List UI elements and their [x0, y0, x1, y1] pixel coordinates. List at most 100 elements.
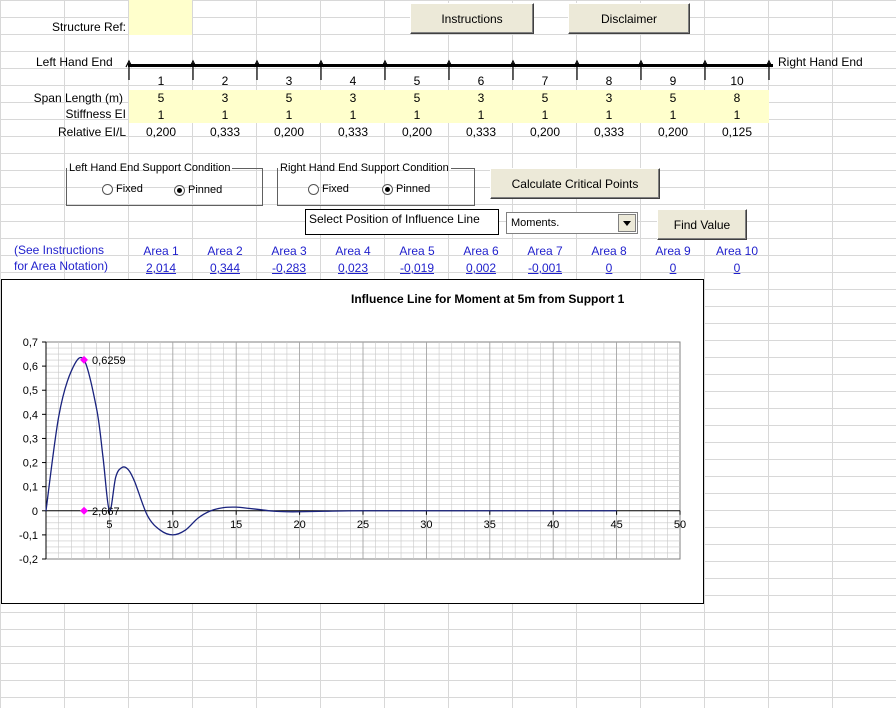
- span-stiffness-cell[interactable]: 1: [577, 107, 641, 123]
- chart-plot: 0,7 0,6 0,5 0,4 0,3 0,2 0,1 0 -0,1 -0,2 5 10 15 20 25 3…: [19, 337, 686, 566]
- span-length-cell[interactable]: 3: [321, 90, 385, 106]
- area-value: 0: [733, 261, 741, 275]
- x-tick-label: 15: [230, 519, 242, 531]
- right-support-group: Right Hand End Support Condition: [277, 162, 475, 206]
- structure-ref-input[interactable]: [129, 0, 192, 35]
- span-number-cell: 1: [157, 74, 165, 88]
- area-label: Area 10: [715, 244, 759, 258]
- area-notation-note-1: (See Instructions: [14, 243, 105, 257]
- y-tick-label: 0,6: [23, 361, 38, 373]
- radio-selected-icon: [174, 184, 185, 196]
- relative-label: Relative EI/L: [57, 125, 126, 139]
- influence-line-chart: Influence Line for Moment at 5m from Sup…: [1, 279, 704, 604]
- span-length-cell[interactable]: 5: [385, 90, 449, 106]
- y-tick-label: -0,1: [19, 530, 38, 542]
- area-notation-note-2: for Area Notation): [14, 259, 109, 273]
- right-fixed-radio[interactable]: Fixed: [308, 183, 349, 195]
- instructions-button[interactable]: Instructions: [410, 3, 534, 34]
- disclaimer-button[interactable]: Disclaimer: [568, 3, 690, 34]
- span-number-cell: 10: [730, 74, 744, 88]
- y-tick-label: 0,3: [23, 433, 38, 445]
- span-stiffness-cell[interactable]: 1: [321, 107, 385, 123]
- annotation-label: 0,6259: [92, 355, 126, 367]
- area-value: -0,001: [527, 261, 563, 275]
- span-length-cell[interactable]: 3: [577, 90, 641, 106]
- structure-ref-label: Structure Ref:: [51, 20, 126, 34]
- right-fixed-label: Fixed: [322, 183, 349, 195]
- right-hand-end-label: Right Hand End: [778, 55, 863, 69]
- span-relative-cell: 0,333: [465, 125, 497, 139]
- span-stiffness-cell[interactable]: 1: [641, 107, 705, 123]
- span-number-cell: 7: [541, 74, 549, 88]
- x-tick-label: 30: [420, 519, 432, 531]
- x-tick-label: 40: [547, 519, 559, 531]
- left-fixed-label: Fixed: [116, 183, 143, 195]
- y-tick-label: 0,4: [23, 409, 38, 421]
- span-length-cell[interactable]: 8: [705, 90, 769, 106]
- x-tick-label: 35: [484, 519, 496, 531]
- span-number-cell: 2: [221, 74, 229, 88]
- area-label: Area 7: [527, 244, 563, 258]
- left-fixed-radio[interactable]: Fixed: [102, 183, 143, 195]
- x-tick-label: 25: [357, 519, 369, 531]
- left-hand-end-label: Left Hand End: [36, 55, 113, 69]
- area-label: Area 1: [143, 244, 179, 258]
- area-value: -0,283: [271, 261, 307, 275]
- span-length-cell[interactable]: 5: [513, 90, 577, 106]
- area-value: 2,014: [145, 261, 177, 275]
- area-value: 0,023: [337, 261, 369, 275]
- calculate-critical-points-button[interactable]: Calculate Critical Points: [490, 168, 660, 199]
- span-stiffness-cell[interactable]: 1: [129, 107, 193, 123]
- span-number-cell: 6: [477, 74, 485, 88]
- area-value: 0,344: [209, 261, 241, 275]
- area-label: Area 8: [591, 244, 627, 258]
- span-relative-cell: 0,200: [145, 125, 177, 139]
- influence-select-label: Select Position of Influence Line: [305, 209, 499, 235]
- y-tick-label: -0,2: [19, 554, 38, 566]
- influence-type-dropdown[interactable]: Moments.: [506, 212, 638, 234]
- radio-circle-icon: [308, 183, 319, 195]
- span-stiffness-cell[interactable]: 1: [705, 107, 769, 123]
- area-value: 0: [669, 261, 677, 275]
- span-stiffness-cell[interactable]: 1: [385, 107, 449, 123]
- radio-selected-icon: [382, 183, 393, 195]
- span-number-cell: 4: [349, 74, 357, 88]
- area-label: Area 6: [463, 244, 499, 258]
- left-support-group: Left Hand End Support Condition: [66, 162, 263, 206]
- span-stiffness-cell[interactable]: 1: [257, 107, 321, 123]
- annotation-label: 2,667: [92, 506, 120, 518]
- span-stiffness-cell[interactable]: 1: [513, 107, 577, 123]
- span-number-cell: 5: [413, 74, 421, 88]
- chevron-down-icon[interactable]: [618, 214, 636, 232]
- span-number-cell: 3: [285, 74, 293, 88]
- span-length-cell[interactable]: 3: [193, 90, 257, 106]
- span-relative-cell: 0,125: [721, 125, 753, 139]
- span-length-cell[interactable]: 5: [257, 90, 321, 106]
- area-label: Area 9: [655, 244, 691, 258]
- x-tick-label: 50: [674, 519, 686, 531]
- area-label: Area 3: [271, 244, 307, 258]
- left-support-title: Left Hand End Support Condition: [69, 162, 231, 174]
- span-stiffness-cell[interactable]: 1: [449, 107, 513, 123]
- y-tick-label: 0,1: [23, 482, 38, 494]
- span-relative-cell: 0,200: [273, 125, 305, 139]
- right-pinned-radio[interactable]: Pinned: [382, 183, 430, 195]
- radio-circle-icon: [102, 183, 113, 195]
- span-length-cell[interactable]: 5: [641, 90, 705, 106]
- span-length-cell[interactable]: 5: [129, 90, 193, 106]
- span-length-cell[interactable]: 3: [449, 90, 513, 106]
- span-number-cell: 9: [669, 74, 677, 88]
- x-tick-label: 20: [293, 519, 305, 531]
- find-value-button[interactable]: Find Value: [657, 209, 747, 240]
- span-stiffness-cell[interactable]: 1: [193, 107, 257, 123]
- stiffness-label: Stiffness EI: [65, 107, 126, 121]
- span-number-cell: 8: [605, 74, 613, 88]
- x-tick-label: 45: [610, 519, 622, 531]
- x-tick-label: 5: [106, 519, 112, 531]
- span-relative-cell: 0,333: [337, 125, 369, 139]
- left-pinned-radio[interactable]: Pinned: [174, 184, 222, 196]
- x-tick-label: 10: [167, 519, 179, 531]
- span-relative-cell: 0,200: [529, 125, 561, 139]
- right-pinned-label: Pinned: [396, 183, 431, 195]
- area-value: -0,019: [399, 261, 435, 275]
